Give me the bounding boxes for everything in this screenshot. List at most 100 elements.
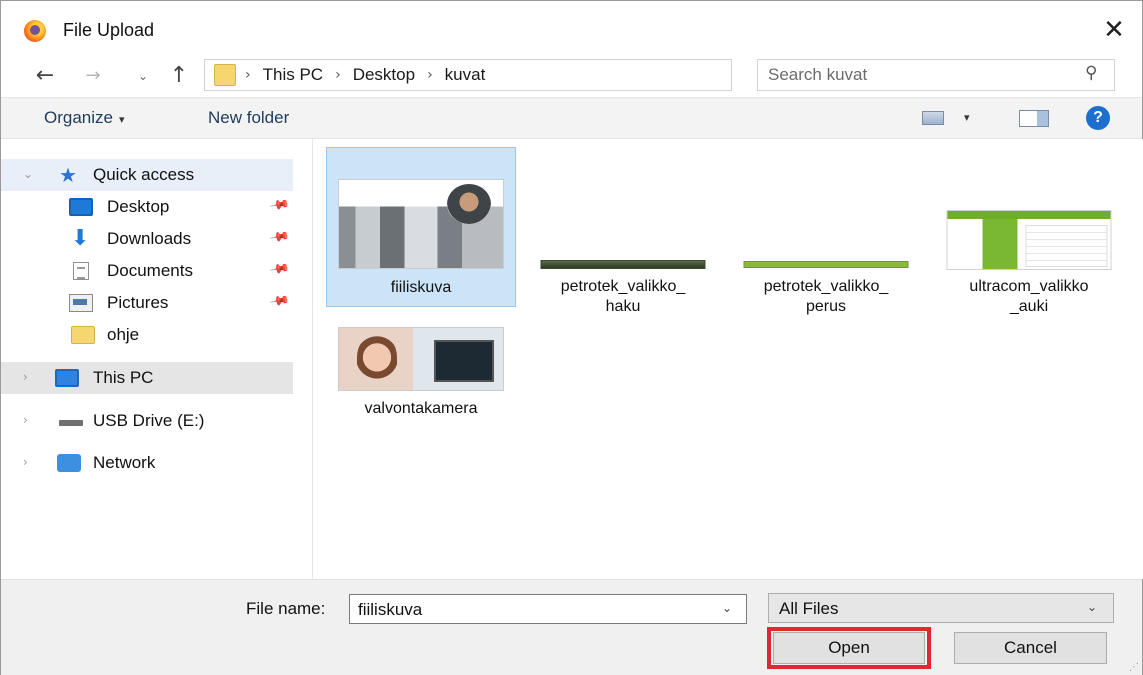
chevron-down-icon[interactable]: ⌄ — [722, 601, 732, 615]
sidebar-item-label: This PC — [93, 368, 154, 387]
file-name-line: petrotek_valikko_ — [763, 278, 889, 295]
file-name-bar: File name: fiiliskuva ⌄ All Files ⌄ Open… — [1, 579, 1142, 675]
breadcrumb-separator-icon: › — [427, 67, 433, 83]
file-name-label: valvontakamera — [364, 400, 478, 417]
up-arrow-icon[interactable]: ↑ — [167, 62, 191, 90]
expand-chevron-icon[interactable]: › — [23, 455, 28, 469]
chevron-down-icon: ▾ — [118, 113, 125, 126]
breadcrumb-kuvat[interactable]: kuvat — [445, 65, 486, 85]
file-item-petrotek-valikko-perus[interactable]: petrotek_valikko_ perus — [731, 147, 921, 315]
breadcrumb-separator-icon: › — [245, 67, 251, 83]
pin-icon: 📌 — [268, 258, 291, 281]
search-box: ⚲ — [757, 59, 1115, 91]
network-icon — [57, 454, 81, 472]
file-thumbnail — [338, 179, 504, 269]
file-name-combobox[interactable]: fiiliskuva ⌄ — [349, 594, 747, 624]
file-type-value: All Files — [779, 599, 839, 618]
breadcrumb-separator-icon: › — [335, 67, 341, 83]
sidebar-item-label: USB Drive (E:) — [93, 411, 205, 430]
sidebar-item-documents[interactable]: Documents 📌 — [1, 255, 293, 287]
usb-drive-icon — [59, 420, 83, 426]
command-toolbar: Organize ▾ New folder ▾ ? — [1, 97, 1142, 139]
sidebar-item-label: Desktop — [107, 197, 170, 216]
search-icon[interactable]: ⚲ — [1085, 63, 1097, 83]
folder-icon — [214, 64, 236, 86]
chevron-down-icon[interactable]: ⌄ — [1087, 600, 1097, 614]
pin-icon: 📌 — [268, 290, 291, 313]
sidebar-item-label: ohje — [107, 325, 140, 344]
resize-grip-icon[interactable]: ⋰ — [1129, 662, 1139, 673]
breadcrumb-desktop[interactable]: Desktop — [353, 65, 415, 85]
file-thumbnail — [540, 260, 706, 269]
organize-label: Organize — [44, 108, 113, 127]
sidebar-item-usb-drive[interactable]: › USB Drive (E:) — [1, 405, 293, 437]
file-item-petrotek-valikko-haku[interactable]: petrotek_valikko_ haku — [528, 147, 718, 315]
sidebar-item-label: Pictures — [107, 293, 169, 312]
expand-chevron-icon[interactable]: › — [23, 413, 28, 427]
sidebar-item-this-pc[interactable]: › This PC — [1, 362, 293, 394]
documents-icon — [73, 262, 89, 280]
recent-locations-chevron-icon[interactable]: ⌄ — [133, 62, 153, 90]
file-thumbnail — [338, 327, 504, 391]
pin-icon: 📌 — [268, 226, 291, 249]
file-thumbnail — [743, 261, 909, 268]
pictures-icon — [69, 294, 93, 312]
address-bar[interactable]: › This PC › Desktop › kuvat ⌄ ↻ — [204, 59, 918, 91]
close-button[interactable]: ✕ — [1099, 15, 1129, 45]
file-name-label: File name: — [246, 599, 326, 618]
folder-icon — [71, 326, 95, 344]
sidebar-item-downloads[interactable]: ⬇ Downloads 📌 — [1, 223, 293, 255]
cancel-button[interactable]: Cancel — [954, 632, 1107, 664]
expand-chevron-icon[interactable]: › — [23, 370, 28, 384]
breadcrumb-this-pc[interactable]: This PC — [263, 65, 323, 85]
sidebar-item-label: Documents — [107, 261, 193, 280]
star-icon: ★ — [59, 163, 77, 187]
file-item-ultracom-valikko-auki[interactable]: ultracom_valikko _auki — [934, 147, 1124, 315]
sidebar-item-label: Quick access — [93, 165, 195, 184]
file-name-label: petrotek_valikko_ haku — [528, 277, 718, 317]
file-name-label: petrotek_valikko_ perus — [731, 277, 921, 317]
file-name-line: petrotek_valikko_ — [560, 278, 686, 295]
sidebar-item-label: Downloads — [107, 229, 192, 248]
pin-icon: 📌 — [268, 194, 291, 217]
file-type-select[interactable]: All Files ⌄ — [768, 593, 1114, 623]
file-item-fiiliskuva[interactable]: fiiliskuva — [326, 147, 516, 307]
title-bar: File Upload ✕ — [1, 1, 1142, 59]
downloads-icon: ⬇ — [71, 226, 90, 251]
navigation-pane: ⌄ ★ Quick access Desktop 📌 ⬇ Downloads 📌… — [1, 139, 313, 579]
file-name-label: fiiliskuva — [390, 279, 452, 296]
file-name-input[interactable]: fiiliskuva — [358, 600, 422, 620]
breadcrumb: › This PC › Desktop › kuvat — [245, 65, 485, 85]
file-item-valvontakamera[interactable]: valvontakamera — [326, 309, 516, 469]
file-name-line: ultracom_valikko — [969, 278, 1089, 295]
desktop-icon — [69, 198, 93, 216]
sidebar-item-quick-access[interactable]: ⌄ ★ Quick access — [1, 159, 293, 191]
back-arrow-icon[interactable]: ← — [31, 62, 59, 90]
file-name-line: _auki — [1009, 298, 1049, 315]
forward-arrow-icon[interactable]: → — [81, 62, 105, 90]
file-name-line: perus — [805, 298, 847, 315]
computer-icon — [55, 369, 79, 387]
view-options-chevron-icon[interactable]: ▾ — [964, 111, 970, 124]
sidebar-item-network[interactable]: › Network — [1, 447, 293, 479]
file-name-label: ultracom_valikko _auki — [934, 277, 1124, 317]
sidebar-item-pictures[interactable]: Pictures 📌 — [1, 287, 293, 319]
dialog-title: File Upload — [63, 20, 155, 40]
file-upload-dialog: File Upload ✕ ← → ⌄ ↑ › This PC › Deskto… — [0, 0, 1143, 675]
file-list: fiiliskuva petrotek_valikko_ haku petrot… — [314, 139, 1143, 579]
sidebar-item-label: Network — [93, 453, 156, 472]
help-icon[interactable]: ? — [1086, 106, 1110, 130]
sidebar-item-ohje[interactable]: ohje — [1, 319, 293, 351]
organize-button[interactable]: Organize ▾ — [44, 108, 125, 128]
expand-chevron-icon[interactable]: ⌄ — [23, 167, 33, 181]
open-button[interactable]: Open — [773, 632, 925, 664]
preview-pane-icon[interactable] — [1019, 110, 1049, 127]
sidebar-item-desktop[interactable]: Desktop 📌 — [1, 191, 293, 223]
change-view-icon[interactable] — [922, 111, 944, 125]
new-folder-button[interactable]: New folder — [208, 108, 289, 128]
file-name-line: haku — [605, 298, 641, 315]
address-row: ← → ⌄ ↑ › This PC › Desktop › kuvat ⌄ ↻ … — [1, 59, 1142, 97]
file-thumbnail — [946, 210, 1112, 270]
firefox-logo-icon — [24, 20, 46, 42]
search-input[interactable] — [768, 64, 1068, 86]
